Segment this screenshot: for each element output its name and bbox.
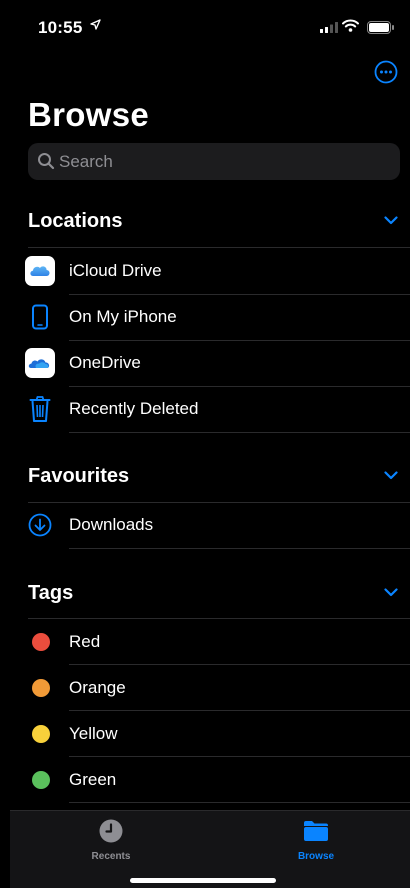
clock-icon — [99, 819, 123, 843]
iphone-icon — [32, 304, 48, 330]
location-item-label: iCloud Drive — [69, 261, 162, 280]
tag-item-label: Yellow — [69, 724, 118, 743]
tab-recents[interactable]: Recents — [71, 819, 151, 862]
files-app: 10:55 Browse Search Locations iCloud Dri… — [10, 0, 410, 888]
location-item-label: Recently Deleted — [69, 399, 199, 418]
location-item-label: On My iPhone — [69, 307, 177, 326]
trash-icon — [29, 396, 51, 422]
search-placeholder: Search — [59, 152, 113, 171]
tab-label: Recents — [91, 851, 131, 862]
home-indicator — [130, 878, 276, 883]
location-item-label: OneDrive — [69, 353, 141, 372]
tab-browse[interactable]: Browse — [276, 819, 356, 862]
tags-collapse-chevron-icon[interactable] — [384, 588, 398, 597]
status-time: 10:55 — [38, 18, 83, 37]
folder-icon — [304, 821, 328, 841]
cellular-signal-icon — [320, 22, 338, 33]
tag-color-dot — [32, 771, 50, 789]
search-icon — [38, 153, 55, 170]
tags-header[interactable]: Tags — [28, 582, 73, 605]
favourites-header[interactable]: Favourites — [28, 465, 129, 488]
favourite-item-label: Downloads — [69, 515, 154, 534]
location-arrow-icon — [90, 19, 101, 30]
favourite-item-downloads[interactable]: Downloads — [10, 502, 410, 548]
tag-color-dot — [32, 679, 50, 697]
location-item-onedrive[interactable]: OneDrive — [10, 340, 410, 386]
more-options-icon[interactable] — [374, 60, 398, 84]
locations-header[interactable]: Locations — [28, 210, 122, 233]
tag-item-green[interactable]: Green — [10, 757, 410, 803]
tag-item-label: Green — [69, 770, 117, 789]
tag-color-dot — [32, 725, 50, 743]
page-title: Browse — [28, 96, 150, 133]
download-circle-icon — [28, 513, 52, 537]
location-item-on-my-iphone[interactable]: On My iPhone — [10, 294, 410, 340]
onedrive-icon — [25, 348, 55, 378]
locations-collapse-chevron-icon[interactable] — [384, 216, 398, 225]
tab-bar: Recents Browse — [10, 810, 410, 888]
battery-icon — [367, 21, 394, 34]
status-bar: 10:55 — [10, 0, 410, 58]
divider — [69, 802, 410, 803]
divider — [69, 432, 410, 433]
tag-item-label: Orange — [69, 678, 126, 697]
tag-item-orange[interactable]: Orange — [10, 665, 410, 711]
divider — [69, 548, 410, 549]
tag-color-dot — [32, 633, 50, 651]
tag-item-red[interactable]: Red — [10, 619, 410, 665]
icloud-icon — [25, 256, 55, 286]
favourites-collapse-chevron-icon[interactable] — [384, 471, 398, 480]
tab-label: Browse — [297, 851, 335, 862]
location-item-icloud-drive[interactable]: iCloud Drive — [10, 248, 410, 294]
tag-item-yellow[interactable]: Yellow — [10, 711, 410, 757]
search-field[interactable]: Search — [28, 143, 400, 180]
wifi-icon — [342, 19, 359, 32]
tag-item-label: Red — [69, 632, 101, 651]
location-item-recently-deleted[interactable]: Recently Deleted — [10, 386, 410, 432]
